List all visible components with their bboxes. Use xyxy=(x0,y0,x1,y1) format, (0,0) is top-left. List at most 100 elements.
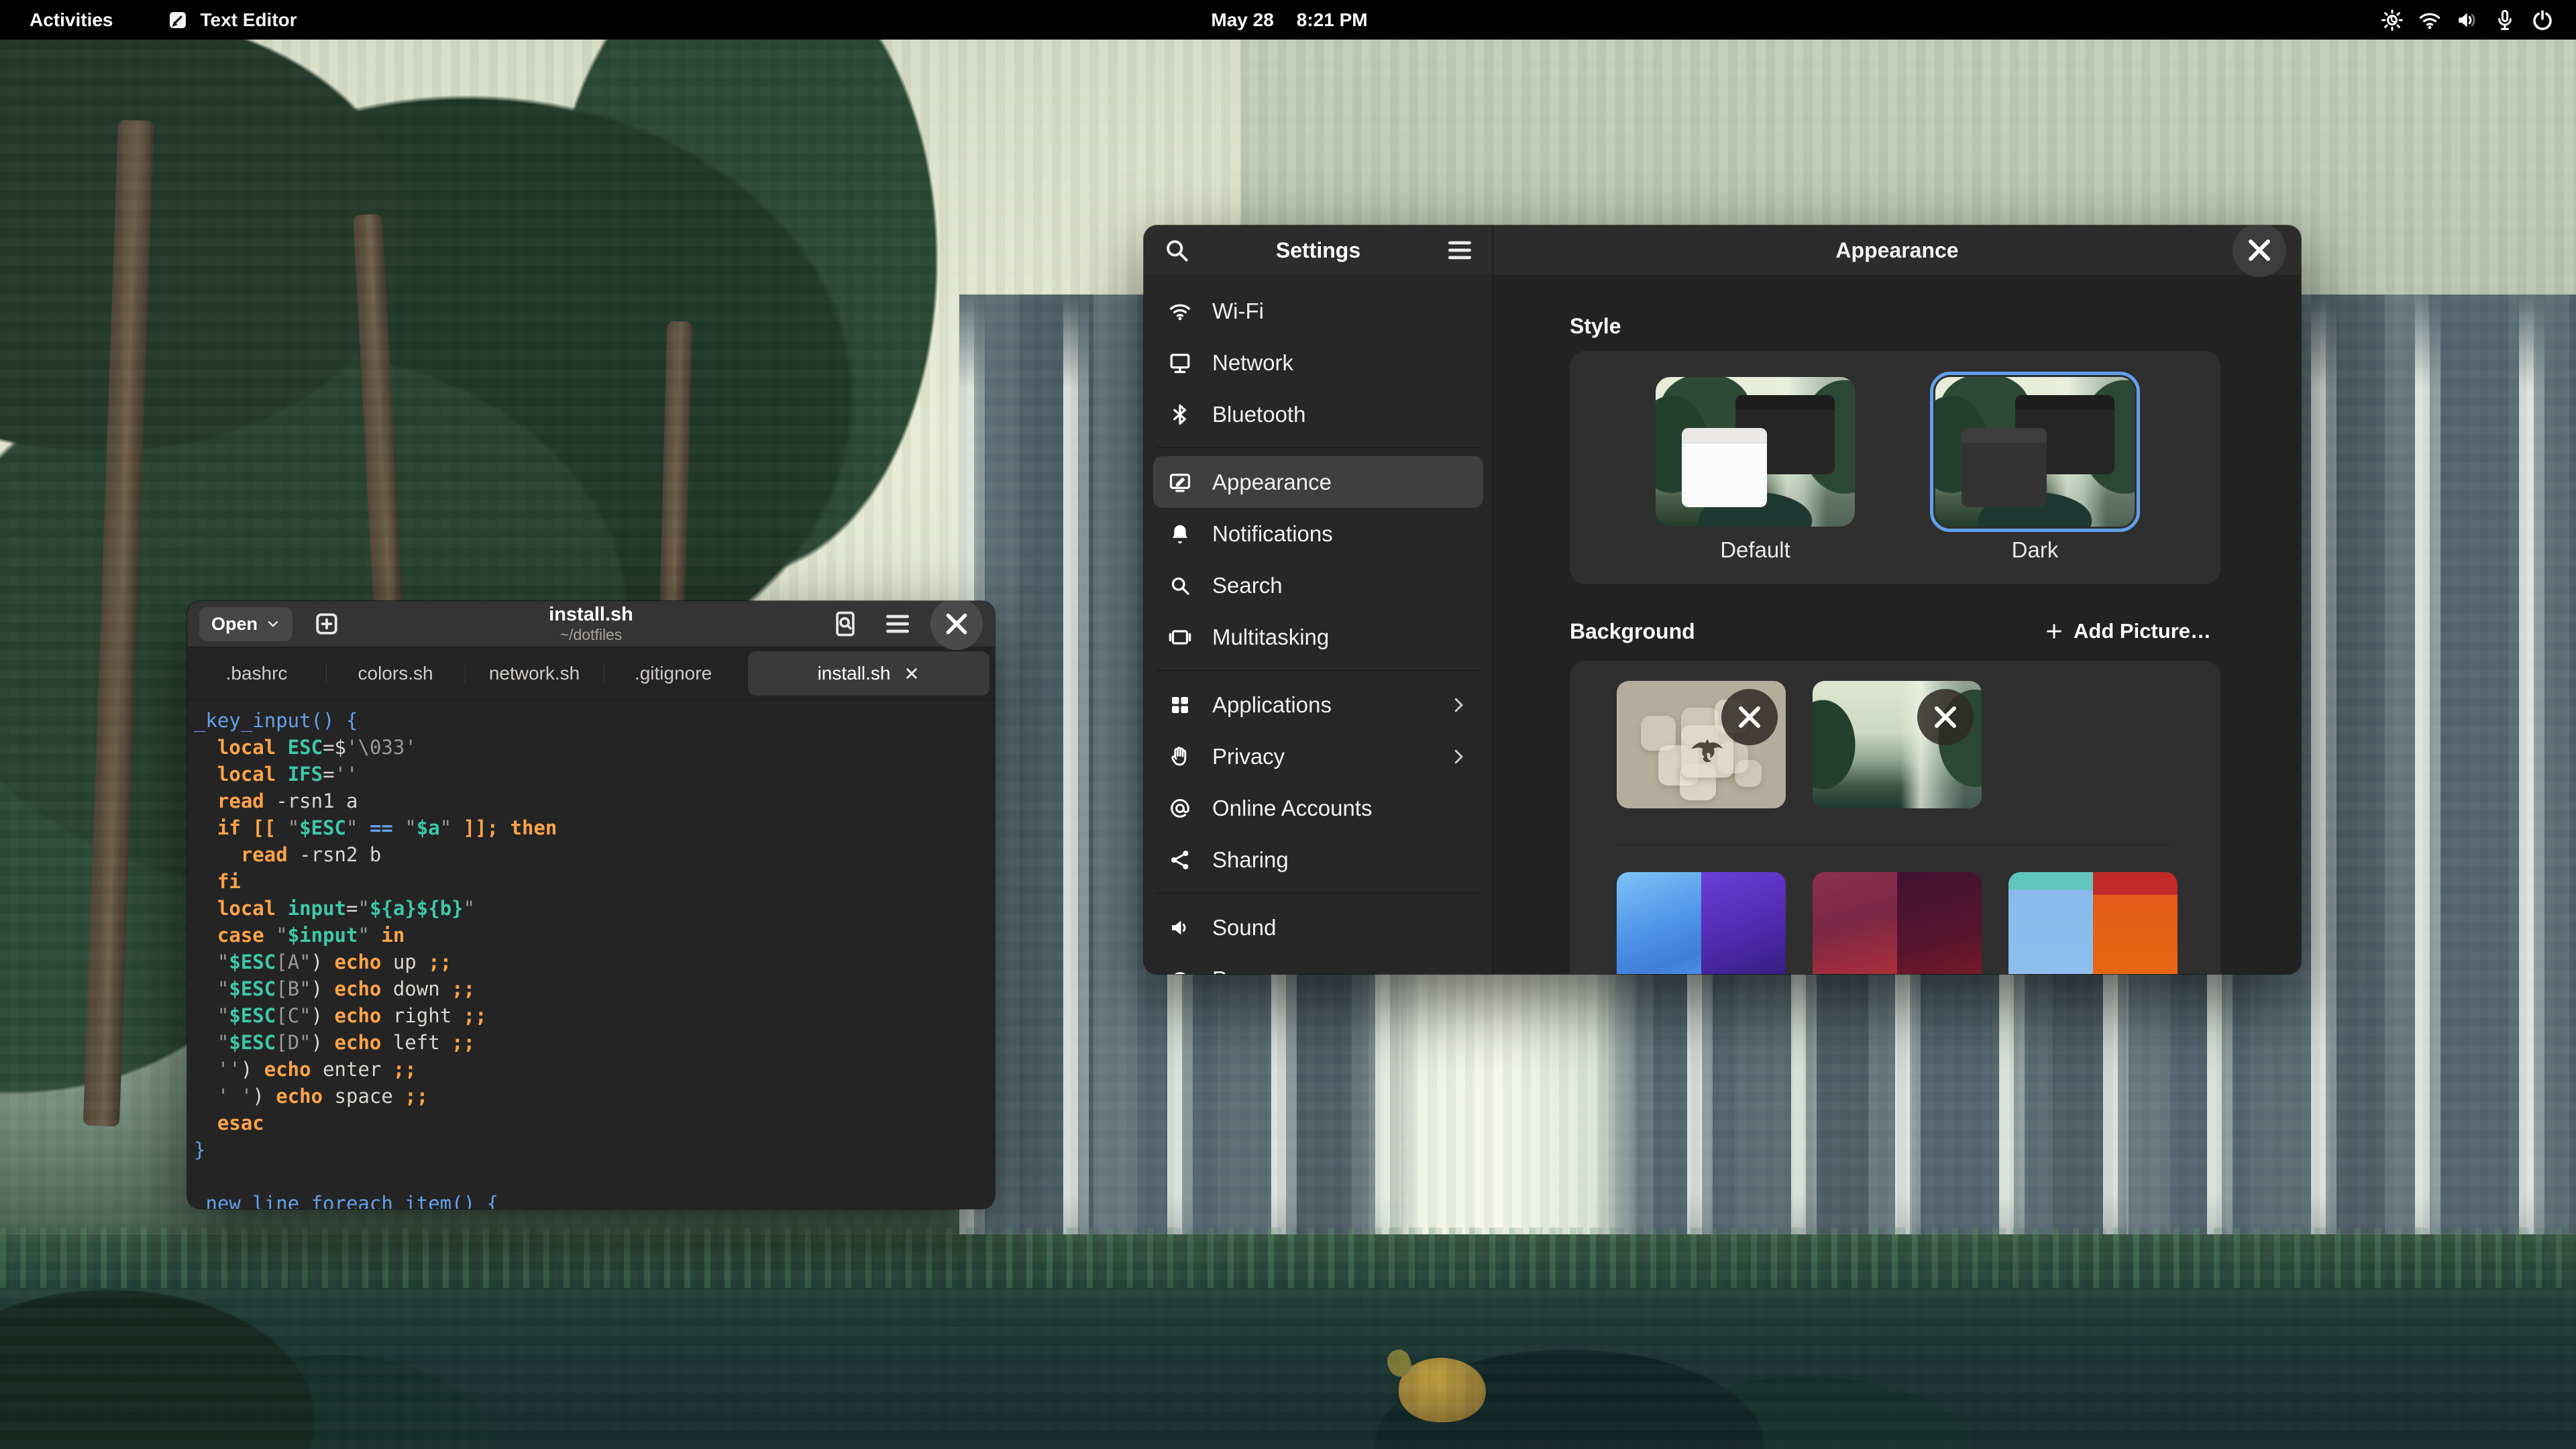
remove-wallpaper-button[interactable] xyxy=(1721,689,1778,745)
open-button[interactable]: Open xyxy=(199,607,292,641)
wallpaper-preset-blue-purple[interactable] xyxy=(1617,872,1786,974)
wallpaper-preset-blue-orange[interactable] xyxy=(2008,872,2178,974)
sidebar-item-label: Notifications xyxy=(1212,521,1468,547)
tab-colors-sh[interactable]: colors.sh xyxy=(326,647,465,700)
sidebar-item-label: Power xyxy=(1212,967,1468,975)
background-section-label: Background xyxy=(1570,619,1695,644)
sidebar-item-bluetooth[interactable]: Bluetooth xyxy=(1153,388,1483,440)
sidebar-separator xyxy=(1156,447,1481,448)
remove-wallpaper-button[interactable] xyxy=(1917,689,1974,745)
sidebar-item-label: Online Accounts xyxy=(1212,796,1468,821)
activities-button[interactable]: Activities xyxy=(20,7,123,34)
sidebar-item-power[interactable]: Power xyxy=(1153,953,1483,974)
bluetooth-icon xyxy=(1168,402,1192,427)
settings-close-button[interactable] xyxy=(2233,225,2286,277)
tab-gitignore[interactable]: .gitignore xyxy=(604,647,743,700)
sidebar-item-multitasking[interactable]: Multitasking xyxy=(1153,611,1483,663)
sidebar-item-appearance[interactable]: Appearance xyxy=(1153,456,1483,508)
sidebar-item-label: Network xyxy=(1212,350,1468,376)
date-label: May 28 xyxy=(1211,9,1273,31)
new-tab-button[interactable] xyxy=(307,604,346,643)
add-picture-button[interactable]: Add Picture… xyxy=(2035,614,2220,649)
code-line: if [[ "$ESC" == "$a" ]]; then xyxy=(194,814,995,841)
sidebar-item-online-accounts[interactable]: Online Accounts xyxy=(1153,782,1483,834)
bell-icon xyxy=(1168,522,1192,546)
network-icon xyxy=(1168,351,1192,375)
sidebar-item-applications[interactable]: Applications xyxy=(1153,679,1483,731)
code-line: local input="${a}${b}" xyxy=(194,895,995,922)
panel-title: Appearance xyxy=(1493,238,2301,263)
background-card xyxy=(1570,661,2220,974)
primary-menu-icon[interactable] xyxy=(1440,231,1479,270)
background-preset-row xyxy=(1617,872,2220,974)
appearance-panel-body: Style Default xyxy=(1493,275,2301,974)
settings-main-headerbar: Appearance xyxy=(1493,225,2301,275)
code-area[interactable]: _key_input() { local ESC=$'\033' local I… xyxy=(187,700,995,1209)
night-light-icon[interactable] xyxy=(2376,4,2408,36)
chevron-down-icon xyxy=(266,616,280,631)
add-picture-label: Add Picture… xyxy=(2074,619,2211,643)
tab-bashrc[interactable]: .bashrc xyxy=(187,647,326,700)
microphone-icon[interactable] xyxy=(2489,4,2521,36)
editor-tab-bar: .bashrc colors.shnetwork.sh.gitignoreinst… xyxy=(187,647,995,700)
text-editor-app-icon xyxy=(166,8,190,32)
focused-app-indicator[interactable]: Text Editor xyxy=(166,8,297,32)
code-line: local IFS='' xyxy=(194,761,995,788)
style-card: Default Dark xyxy=(1570,351,2220,584)
settings-title: Settings xyxy=(1196,238,1440,263)
sidebar-item-sound[interactable]: Sound xyxy=(1153,902,1483,953)
sidebar-item-notifications[interactable]: Notifications xyxy=(1153,508,1483,559)
style-option-default[interactable]: Default xyxy=(1656,377,1855,563)
editor-close-button[interactable] xyxy=(930,601,983,650)
sidebar-separator xyxy=(1156,670,1481,671)
plus-icon xyxy=(2044,621,2064,641)
sidebar-item-privacy[interactable]: Privacy xyxy=(1153,731,1483,782)
power-icon[interactable] xyxy=(2526,4,2559,36)
document-path: ~/dotfiles xyxy=(549,626,633,643)
search-icon xyxy=(1168,574,1192,598)
code-line: "$ESC[A") echo up ;; xyxy=(194,949,995,975)
style-default-label: Default xyxy=(1720,537,1790,563)
wallpaper-thumb-dragon[interactable] xyxy=(1617,681,1786,808)
power-gauge-icon xyxy=(1168,967,1192,975)
settings-window: Settings Wi-Fi Network Bluetooth Appearance… xyxy=(1144,225,2301,974)
document-search-icon[interactable] xyxy=(826,604,865,643)
search-icon[interactable] xyxy=(1157,231,1196,270)
sidebar-item-label: Privacy xyxy=(1212,744,1428,769)
sidebar-item-label: Multitasking xyxy=(1212,625,1468,650)
sidebar-item-label: Bluetooth xyxy=(1212,402,1468,427)
tab-network-sh[interactable]: network.sh xyxy=(465,647,604,700)
sidebar-item-search[interactable]: Search xyxy=(1153,559,1483,611)
sidebar-separator xyxy=(1156,893,1481,894)
code-line: '') echo enter ;; xyxy=(194,1056,995,1083)
background-user-row xyxy=(1617,681,2220,808)
editor-header-actions xyxy=(826,601,983,650)
wallpaper-thumb-forest[interactable] xyxy=(1813,681,1982,808)
volume-icon[interactable] xyxy=(2451,4,2483,36)
tab-close-icon[interactable] xyxy=(903,665,920,682)
style-dark-label: Dark xyxy=(2012,537,2059,563)
settings-sidebar-list: Wi-Fi Network Bluetooth Appearance Notificat… xyxy=(1144,275,1493,974)
sidebar-item-wi-fi[interactable]: Wi-Fi xyxy=(1153,285,1483,337)
sidebar-item-label: Sharing xyxy=(1212,847,1468,873)
code-line: case "$input" in xyxy=(194,922,995,949)
code-line: _new_line_foreach_item() { xyxy=(194,1190,995,1209)
multitasking-icon xyxy=(1168,625,1192,649)
editor-headerbar: Open install.sh ~/dotfiles xyxy=(187,601,995,647)
tab-label: .bashrc xyxy=(226,663,288,684)
wifi-icon[interactable] xyxy=(2414,4,2446,36)
sidebar-item-network[interactable]: Network xyxy=(1153,337,1483,388)
text-editor-window: Open install.sh ~/dotfiles .bashrc colors… xyxy=(187,601,995,1209)
sidebar-item-sharing[interactable]: Sharing xyxy=(1153,834,1483,885)
code-line: "$ESC[D") echo left ;; xyxy=(194,1029,995,1056)
wallpaper-preset-maroon-red[interactable] xyxy=(1813,872,1982,974)
code-line: read -rsn1 a xyxy=(194,788,995,814)
code-line: read -rsn2 b xyxy=(194,841,995,868)
sidebar-item-label: Wi-Fi xyxy=(1212,299,1468,324)
clock-button[interactable]: May 28 8:21 PM xyxy=(1211,9,1367,31)
code-line: "$ESC[B") echo down ;; xyxy=(194,975,995,1002)
style-option-dark[interactable]: Dark xyxy=(1935,377,2135,563)
tab-install-sh[interactable]: install.sh xyxy=(748,651,989,696)
menu-icon[interactable] xyxy=(878,604,917,643)
system-tray[interactable] xyxy=(1368,4,2576,36)
